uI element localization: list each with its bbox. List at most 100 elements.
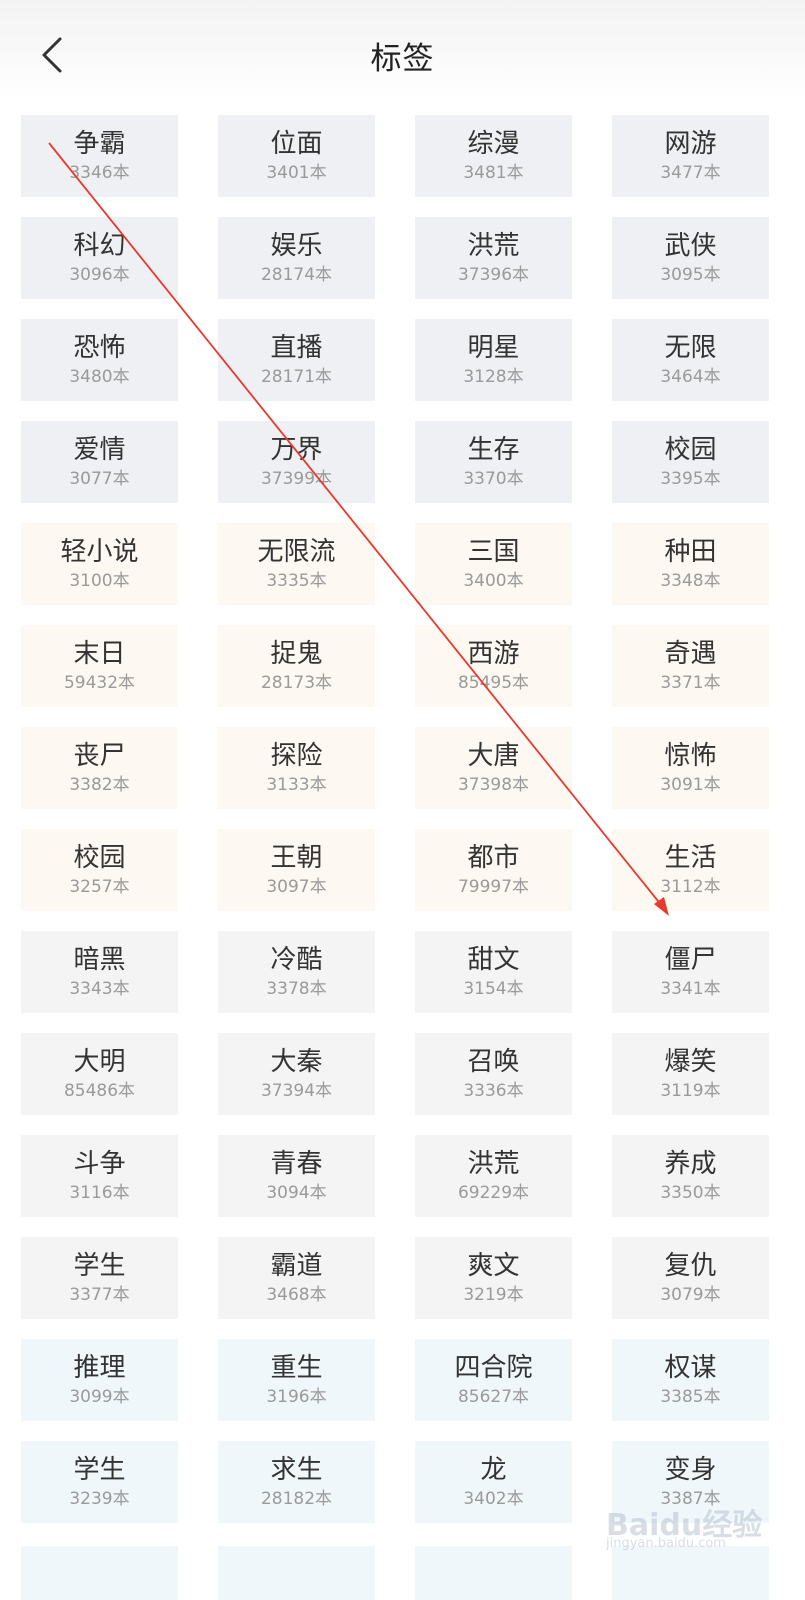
tag-item[interactable]: 校园 3257本 xyxy=(21,829,178,911)
tag-item[interactable]: 洪荒 69229本 xyxy=(415,1135,572,1217)
tag-count: 3219本 xyxy=(463,1285,524,1305)
tag-item[interactable]: 探险 3133本 xyxy=(218,727,375,809)
tag-item[interactable]: 大唐 37398本 xyxy=(415,727,572,809)
tag-name: 大明 xyxy=(73,1047,126,1077)
tag-name: 位面 xyxy=(270,129,323,159)
tag-item[interactable] xyxy=(415,1546,572,1600)
tag-item[interactable]: 推理 3099本 xyxy=(21,1339,178,1421)
tag-name: 求生 xyxy=(270,1455,323,1485)
tag-item[interactable]: 网游 3477本 xyxy=(612,115,769,197)
tag-count: 3077本 xyxy=(69,469,130,489)
tag-item[interactable]: 生活 3112本 xyxy=(612,829,769,911)
tag-item[interactable]: 求生 28182本 xyxy=(218,1441,375,1523)
tag-item[interactable]: 霸道 3468本 xyxy=(218,1237,375,1319)
tag-count: 3468本 xyxy=(266,1285,327,1305)
tag-item[interactable]: 明星 3128本 xyxy=(415,319,572,401)
tag-item[interactable]: 无限 3464本 xyxy=(612,319,769,401)
tag-item[interactable]: 校园 3395本 xyxy=(612,421,769,503)
tag-count: 69229本 xyxy=(457,1183,530,1203)
tag-item[interactable]: 惊怖 3091本 xyxy=(612,727,769,809)
tag-name: 丧尸 xyxy=(73,741,126,771)
tag-name: 万界 xyxy=(270,435,323,465)
tag-item[interactable]: 洪荒 37396本 xyxy=(415,217,572,299)
tag-item[interactable]: 奇遇 3371本 xyxy=(612,625,769,707)
tag-name: 学生 xyxy=(73,1455,126,1485)
tag-item[interactable]: 王朝 3097本 xyxy=(218,829,375,911)
tag-name: 王朝 xyxy=(270,843,323,873)
tag-item[interactable]: 养成 3350本 xyxy=(612,1135,769,1217)
tag-item[interactable]: 万界 37399本 xyxy=(218,421,375,503)
baidu-watermark: Baidu经验 jingyan.baidu.com xyxy=(600,1500,770,1560)
tag-count: 28182本 xyxy=(260,1489,333,1509)
tag-name: 变身 xyxy=(664,1455,717,1485)
tag-item[interactable]: 暗黑 3343本 xyxy=(21,931,178,1013)
tag-count: 3400本 xyxy=(463,571,524,591)
tag-count: 3196本 xyxy=(266,1387,327,1407)
tag-count: 3079本 xyxy=(660,1285,721,1305)
tag-name: 争霸 xyxy=(73,129,126,159)
tag-count: 28174本 xyxy=(260,265,333,285)
tag-item[interactable]: 学生 3239本 xyxy=(21,1441,178,1523)
tag-count: 3477本 xyxy=(660,163,721,183)
tag-name: 僵尸 xyxy=(664,945,717,975)
tag-item[interactable]: 娱乐 28174本 xyxy=(218,217,375,299)
tag-grid: 争霸 3346本 位面 3401本 综漫 3481本 网游 3477本科幻 3096本 娱乐 281… xyxy=(21,115,789,1523)
tag-item[interactable] xyxy=(21,1546,178,1600)
tag-count: 3371本 xyxy=(660,673,721,693)
tag-item[interactable]: 权谋 3385本 xyxy=(612,1339,769,1421)
tag-item[interactable]: 冷酷 3378本 xyxy=(218,931,375,1013)
tag-item[interactable]: 争霸 3346本 xyxy=(21,115,178,197)
tag-item[interactable]: 斗争 3116本 xyxy=(21,1135,178,1217)
tag-item[interactable]: 丧尸 3382本 xyxy=(21,727,178,809)
tag-count: 37398本 xyxy=(457,775,530,795)
tag-item[interactable] xyxy=(218,1546,375,1600)
tag-item[interactable]: 种田 3348本 xyxy=(612,523,769,605)
tag-count: 3401本 xyxy=(266,163,327,183)
tag-name: 暗黑 xyxy=(73,945,126,975)
tag-count: 37399本 xyxy=(260,469,333,489)
tag-item[interactable]: 轻小说 3100本 xyxy=(21,523,178,605)
tag-item[interactable]: 无限流 3335本 xyxy=(218,523,375,605)
tag-item[interactable]: 综漫 3481本 xyxy=(415,115,572,197)
tag-item[interactable]: 末日 59432本 xyxy=(21,625,178,707)
tag-item[interactable]: 学生 3377本 xyxy=(21,1237,178,1319)
tag-item[interactable]: 爱情 3077本 xyxy=(21,421,178,503)
tag-item[interactable]: 大秦 37394本 xyxy=(218,1033,375,1115)
tag-item[interactable]: 甜文 3154本 xyxy=(415,931,572,1013)
tag-item[interactable]: 武侠 3095本 xyxy=(612,217,769,299)
tag-name: 三国 xyxy=(467,537,520,567)
tag-name: 综漫 xyxy=(467,129,520,159)
tag-item[interactable]: 位面 3401本 xyxy=(218,115,375,197)
tag-item[interactable]: 捉鬼 28173本 xyxy=(218,625,375,707)
tag-name: 种田 xyxy=(664,537,717,567)
tag-name: 探险 xyxy=(270,741,323,771)
tag-name: 召唤 xyxy=(467,1047,520,1077)
tag-item[interactable]: 爆笑 3119本 xyxy=(612,1033,769,1115)
tag-name: 学生 xyxy=(73,1251,126,1281)
tag-item[interactable]: 科幻 3096本 xyxy=(21,217,178,299)
tag-count: 3116本 xyxy=(69,1183,130,1203)
tag-name: 都市 xyxy=(467,843,520,873)
tag-item[interactable]: 生存 3370本 xyxy=(415,421,572,503)
tag-item[interactable]: 西游 85495本 xyxy=(415,625,572,707)
tag-item[interactable]: 召唤 3336本 xyxy=(415,1033,572,1115)
tag-item[interactable]: 爽文 3219本 xyxy=(415,1237,572,1319)
tag-item[interactable]: 三国 3400本 xyxy=(415,523,572,605)
tag-item[interactable]: 复仇 3079本 xyxy=(612,1237,769,1319)
tag-count: 3336本 xyxy=(463,1081,524,1101)
tag-item[interactable]: 大明 85486本 xyxy=(21,1033,178,1115)
tag-item[interactable]: 青春 3094本 xyxy=(218,1135,375,1217)
tag-name: 生存 xyxy=(467,435,520,465)
tag-item[interactable]: 僵尸 3341本 xyxy=(612,931,769,1013)
tag-name: 轻小说 xyxy=(60,537,139,567)
tag-item[interactable]: 直播 28171本 xyxy=(218,319,375,401)
tag-item[interactable]: 恐怖 3480本 xyxy=(21,319,178,401)
tag-item[interactable]: 都市 79997本 xyxy=(415,829,572,911)
tag-item[interactable]: 四合院 85627本 xyxy=(415,1339,572,1421)
tag-item[interactable]: 重生 3196本 xyxy=(218,1339,375,1421)
tag-name: 西游 xyxy=(467,639,520,669)
tag-count: 37394本 xyxy=(260,1081,333,1101)
tag-count: 3346本 xyxy=(69,163,130,183)
tag-count: 85627本 xyxy=(457,1387,530,1407)
tag-item[interactable]: 龙 3402本 xyxy=(415,1441,572,1523)
